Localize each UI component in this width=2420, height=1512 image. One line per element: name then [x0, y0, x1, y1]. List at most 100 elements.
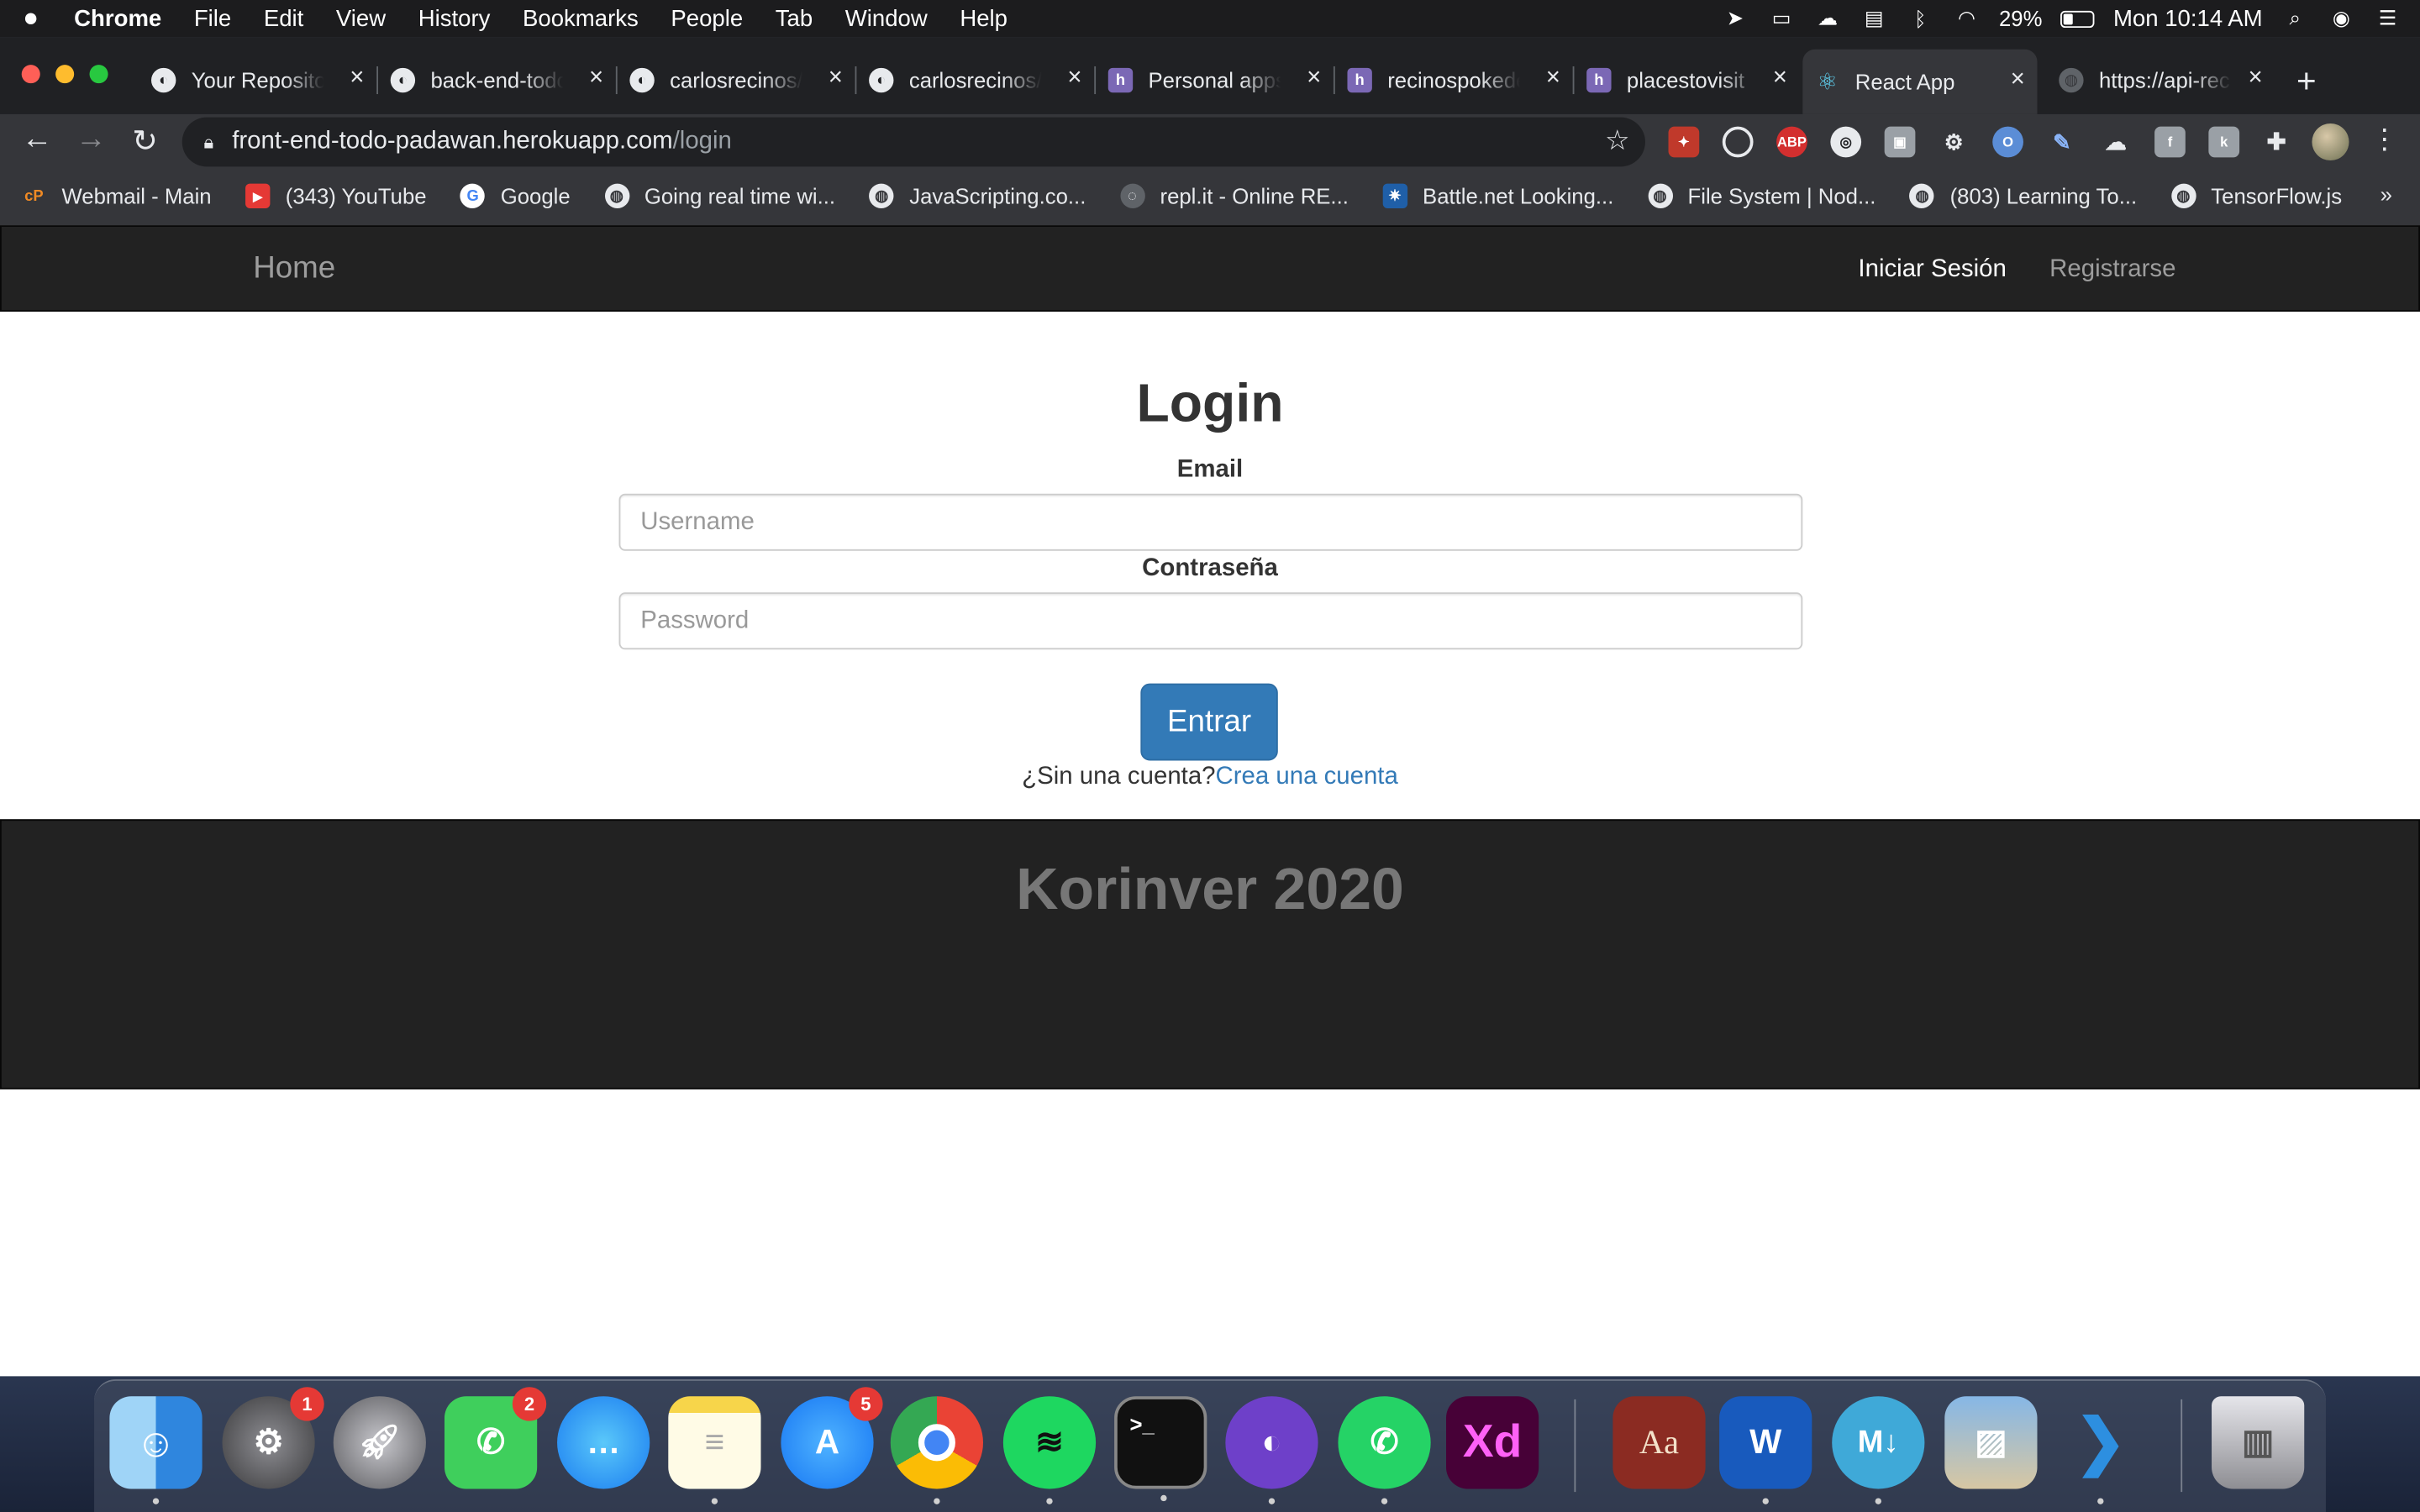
clock[interactable]: Mon 10:14 AM — [2113, 5, 2263, 31]
bookmark-item[interactable]: ◍ Going real time wi... — [604, 183, 835, 208]
whatsapp-icon[interactable]: ✆ — [1338, 1396, 1431, 1504]
extension-icon[interactable]: ⚙ — [1939, 127, 1970, 158]
extension-icon[interactable]: k — [2208, 126, 2240, 158]
notes-icon[interactable]: ≡ — [668, 1396, 761, 1504]
adblock-icon[interactable]: ABP — [1776, 126, 1807, 158]
new-tab-button[interactable]: + — [2296, 61, 2317, 102]
menu-people[interactable]: People — [671, 5, 743, 31]
facetime-icon[interactable]: ✆ 2 — [444, 1387, 547, 1489]
trash-icon[interactable]: ▥ — [2212, 1396, 2305, 1489]
extension-icon[interactable]: f — [2154, 126, 2186, 158]
vscode-icon[interactable]: ❯ — [2054, 1396, 2147, 1504]
login-submit-button[interactable]: Entrar — [1140, 683, 1278, 761]
bookmark-item[interactable]: ✷ Battle.net Looking... — [1382, 183, 1613, 208]
nav-register-link[interactable]: Registrarse — [2049, 256, 2175, 284]
github-desktop-icon[interactable]: ◐ — [1225, 1396, 1318, 1504]
messages-icon[interactable]: … — [557, 1396, 650, 1489]
nav-login-link[interactable]: Iniciar Sesión — [1858, 256, 2006, 284]
tab-close-icon[interactable]: × — [1546, 65, 1560, 92]
browser-tab[interactable]: h placestovisit × — [1574, 55, 1799, 105]
bookmark-item[interactable]: ◍ (803) Learning To... — [1909, 183, 2137, 208]
window-zoom-button[interactable] — [89, 65, 108, 84]
extension-icon[interactable] — [1722, 126, 1754, 158]
back-arrow-icon[interactable]: ← — [18, 122, 55, 157]
browser-tab[interactable]: ◐ carlosrecinos/ × — [618, 55, 857, 105]
browser-tab[interactable]: ◍ https://api-recinos × — [2047, 55, 2275, 105]
menu-view[interactable]: View — [336, 5, 386, 31]
tab-close-icon[interactable]: × — [350, 65, 364, 92]
browser-tab-active[interactable]: ⚛ React App × — [1802, 49, 2038, 114]
bookmark-item[interactable]: G Google — [460, 183, 571, 208]
menu-window[interactable]: Window — [845, 5, 928, 31]
tab-close-icon[interactable]: × — [2011, 66, 2025, 94]
forward-arrow-icon[interactable]: → — [72, 122, 109, 157]
wifi-icon[interactable]: ◠ — [1953, 6, 1981, 29]
tab-close-icon[interactable]: × — [589, 65, 603, 92]
terminal-icon[interactable]: >_ — [1114, 1396, 1207, 1502]
system-preferences-icon[interactable]: ⚙ 1 — [222, 1387, 324, 1489]
spotify-icon[interactable]: ≋ — [1002, 1396, 1097, 1504]
adobe-xd-icon[interactable]: Xd — [1446, 1396, 1539, 1489]
lock-icon[interactable]: 🔒︎ — [203, 130, 213, 154]
menu-bookmarks[interactable]: Bookmarks — [523, 5, 639, 31]
notification-center-icon[interactable]: ☰ — [2374, 6, 2402, 29]
password-field[interactable] — [618, 592, 1803, 650]
bookmark-item[interactable]: cP Webmail - Main — [22, 184, 211, 208]
finder-icon[interactable]: ☺ — [109, 1396, 203, 1504]
extension-icon[interactable]: ✎ — [2047, 127, 2078, 158]
extension-icon[interactable]: ☁ — [2101, 127, 2132, 158]
creative-cloud-icon[interactable]: ☁ — [1814, 6, 1842, 29]
menu-edit[interactable]: Edit — [264, 5, 303, 31]
menu-file[interactable]: File — [194, 5, 231, 31]
us-flag-icon[interactable]: ▤ — [1860, 6, 1888, 29]
tab-close-icon[interactable]: × — [829, 65, 843, 92]
extension-icon[interactable]: ◎ — [1830, 126, 1862, 158]
extension-icon[interactable]: O — [1992, 126, 2023, 158]
battery-icon[interactable] — [2060, 9, 2095, 28]
bookmark-star-icon[interactable]: ☆ — [1605, 125, 1630, 158]
window-minimize-button[interactable] — [55, 65, 75, 84]
browser-tab[interactable]: ◐ carlosrecinos/ × — [856, 55, 1097, 105]
markdown-icon[interactable]: M↓ — [1832, 1396, 1925, 1504]
tab-close-icon[interactable]: × — [1307, 65, 1321, 92]
bookmark-item[interactable]: ◌ repl.it - Online RE... — [1119, 183, 1349, 208]
bluetooth-icon[interactable]: ᛒ — [1907, 7, 1934, 30]
chrome-menu-icon[interactable]: ⋮ — [2370, 123, 2398, 156]
battery-percent[interactable]: 29% — [1999, 6, 2042, 30]
display-icon[interactable]: ▭ — [1767, 6, 1795, 29]
create-account-link[interactable]: Crea una cuenta — [1216, 764, 1398, 790]
spotlight-search-icon[interactable]: ⌕ — [2281, 6, 2309, 29]
menu-tab[interactable]: Tab — [776, 5, 813, 31]
window-close-button[interactable] — [21, 65, 40, 84]
bookmark-item[interactable]: ▶ (343) YouTube — [245, 183, 427, 208]
bookmark-item[interactable]: ◍ TensorFlow.js — [2170, 183, 2342, 208]
tab-close-icon[interactable]: × — [1773, 65, 1787, 92]
tab-close-icon[interactable]: × — [1067, 65, 1081, 92]
browser-tab[interactable]: h Personal apps × — [1096, 55, 1335, 105]
siri-icon[interactable]: ◉ — [2328, 6, 2355, 29]
apple-menu-icon[interactable]: ● — [18, 3, 43, 34]
browser-tab[interactable]: h recinospokedex × — [1335, 55, 1575, 105]
menu-history[interactable]: History — [418, 5, 491, 31]
chrome-icon[interactable] — [890, 1396, 984, 1504]
address-bar[interactable]: 🔒︎ front-end-todo-padawan.herokuapp.com /… — [182, 117, 1645, 167]
extension-icon[interactable]: ✦ — [1668, 126, 1700, 158]
tab-close-icon[interactable]: × — [2248, 65, 2262, 92]
browser-tab[interactable]: ◐ Your Repositories × — [139, 55, 379, 105]
location-icon[interactable]: ➤ — [1721, 6, 1749, 29]
reload-icon[interactable]: ↻ — [127, 122, 164, 160]
preview-icon[interactable]: ▨ — [1944, 1396, 2038, 1489]
launchpad-icon[interactable]: 🚀︎ — [333, 1396, 426, 1489]
extension-icon[interactable]: ▣ — [1884, 126, 1916, 158]
extensions-puzzle-icon[interactable]: ✚ — [2261, 127, 2292, 158]
menu-app-name[interactable]: Chrome — [74, 5, 161, 31]
nav-home-link[interactable]: Home — [253, 251, 335, 286]
email-field[interactable] — [618, 493, 1803, 551]
microsoft-word-icon[interactable]: W — [1719, 1396, 1812, 1504]
dictionary-icon[interactable]: Aa — [1612, 1396, 1706, 1489]
menu-help[interactable]: Help — [960, 5, 1007, 31]
bookmark-item[interactable]: ◍ File System | Nod... — [1647, 183, 1876, 208]
browser-tab[interactable]: ◐ back-end-todo × — [378, 55, 618, 105]
app-store-icon[interactable]: A5 — [781, 1387, 883, 1489]
profile-avatar[interactable] — [2312, 123, 2349, 161]
